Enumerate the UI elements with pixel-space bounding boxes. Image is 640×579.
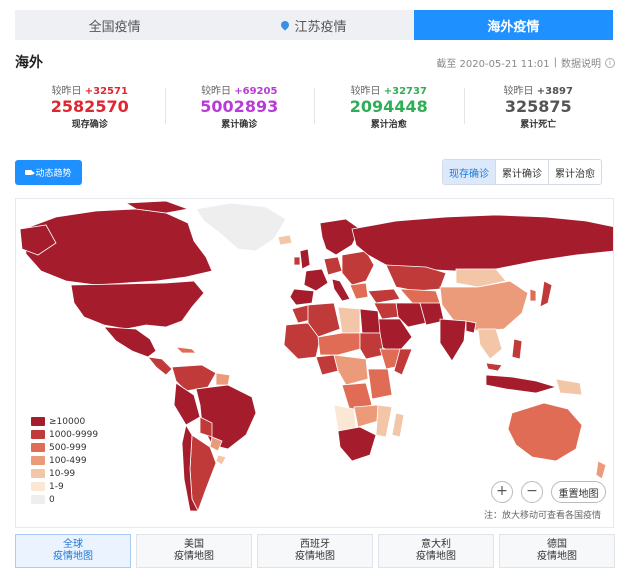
legend-swatch (31, 417, 45, 426)
legend-swatch (31, 443, 45, 452)
madagascar-shape (391, 412, 405, 438)
tab-total-confirmed[interactable]: 累计确诊 (495, 160, 548, 184)
uruguay-shape (215, 454, 227, 466)
world-map-graphic (19, 200, 613, 513)
page-title: 海外 (15, 55, 43, 71)
greenland-shape (195, 202, 287, 252)
japan-shape (539, 280, 553, 308)
korea-shape (529, 288, 537, 302)
france-shape (303, 268, 329, 292)
mozambique-shape (375, 404, 393, 438)
tab-italy-map[interactable]: 意大利 疫情地图 (378, 534, 494, 568)
caribbean-shape (174, 346, 197, 354)
spain-shape (289, 288, 315, 306)
map-selector-tabs: 全球 疫情地图 美国 疫情地图 西班牙 疫情地图 意大利 疫情地图 德国 疫情地图 (15, 534, 625, 568)
trend-button[interactable]: 动态趋势 (15, 160, 82, 185)
brazil-shape (195, 384, 257, 450)
russia-shape (351, 214, 613, 272)
legend-item[interactable]: 1000-9999 (31, 428, 98, 441)
map-legend: ≥10000 1000-9999 500-999 100-499 10-99 1… (31, 415, 98, 506)
tab-spain-map[interactable]: 西班牙 疫情地图 (257, 534, 373, 568)
legend-item[interactable]: 10-99 (31, 467, 98, 480)
legend-swatch (31, 469, 45, 478)
egypt-shape (359, 308, 381, 334)
central-africa-shape (333, 354, 369, 386)
tab-total-recovered[interactable]: 累计治愈 (548, 160, 601, 184)
metric-tabs: 现存确诊 累计确诊 累计治愈 (442, 159, 602, 185)
legend-item[interactable]: 100-499 (31, 454, 98, 467)
sudan-shape (359, 332, 385, 360)
zoom-out-button[interactable]: − (521, 481, 543, 503)
data-note-link[interactable]: 数据说明 (561, 55, 601, 70)
uk-shape (299, 248, 311, 270)
indonesia-shape (485, 374, 558, 394)
legend-item[interactable]: 0 (31, 493, 98, 506)
guyanas-shape (215, 372, 231, 386)
region-tabs: 全国疫情 江苏疫情 海外疫情 (15, 10, 613, 40)
stat-total-recovered: 较昨日 +32737 2094448 累计治愈 (314, 82, 464, 130)
philippines-shape (511, 338, 523, 360)
tab-overseas[interactable]: 海外疫情 (413, 10, 613, 40)
zoom-in-button[interactable]: + (491, 481, 513, 503)
update-info: 截至 2020-05-21 11:01 | 数据说明 i (436, 55, 615, 70)
zambia-shape (353, 404, 379, 428)
iceland-shape (277, 234, 293, 246)
stat-current-confirmed: 较昨日 +32571 2582570 现存确诊 (50, 86, 129, 130)
new-zealand-shape (595, 460, 607, 480)
turkey-shape (367, 288, 401, 304)
legend-swatch (31, 430, 45, 439)
stat-total-deaths: 较昨日 +3897 325875 累计死亡 (463, 82, 614, 130)
india-shape (439, 318, 467, 362)
australia-shape (507, 402, 583, 462)
libya-shape (337, 306, 361, 334)
bangladesh-shape (465, 320, 477, 334)
legend-item[interactable]: 500-999 (31, 441, 98, 454)
angola-shape (333, 404, 357, 432)
location-pin-icon (279, 19, 292, 31)
tab-jiangsu[interactable]: 江苏疫情 (214, 10, 413, 40)
world-map[interactable] (15, 198, 614, 528)
tab-current-confirmed[interactable]: 现存确诊 (443, 160, 495, 184)
tab-germany-map[interactable]: 德国 疫情地图 (499, 534, 615, 568)
malaysia-shape (485, 362, 503, 372)
canada-shape (23, 208, 213, 286)
update-time: 截至 2020-05-21 11:01 (436, 59, 550, 70)
legend-item[interactable]: ≥10000 (31, 415, 98, 428)
legend-swatch (31, 482, 45, 491)
info-icon[interactable]: i (605, 57, 615, 68)
mexico-shape (103, 326, 157, 358)
usa-shape (70, 280, 205, 330)
germany-shape (323, 256, 343, 276)
sahel-shape (317, 332, 361, 356)
east-africa-shape (367, 368, 393, 400)
tab-global-map[interactable]: 全球 疫情地图 (15, 534, 131, 568)
ireland-shape (293, 256, 301, 266)
reset-map-button[interactable]: 重置地图 (551, 481, 606, 503)
tab-national[interactable]: 全国疫情 (15, 10, 214, 40)
tab-usa-map[interactable]: 美国 疫情地图 (136, 534, 252, 568)
new-guinea-shape (555, 378, 583, 396)
video-camera-icon (25, 170, 36, 175)
map-note: 注：放大移动可查看各国疫情 (484, 511, 602, 521)
central-america-shape (147, 356, 173, 376)
italy-shape (331, 278, 351, 302)
legend-item[interactable]: 1-9 (31, 480, 98, 493)
legend-swatch (31, 456, 45, 465)
legend-swatch (31, 495, 45, 504)
stat-total-confirmed: 较昨日 +69205 5002893 累计确诊 (164, 82, 315, 130)
stats-row: 较昨日 +32571 2582570 现存确诊 较昨日 +69205 50028… (15, 82, 613, 130)
indochina-shape (477, 328, 503, 360)
southern-africa-shape (337, 426, 377, 462)
balkans-shape (349, 282, 369, 300)
